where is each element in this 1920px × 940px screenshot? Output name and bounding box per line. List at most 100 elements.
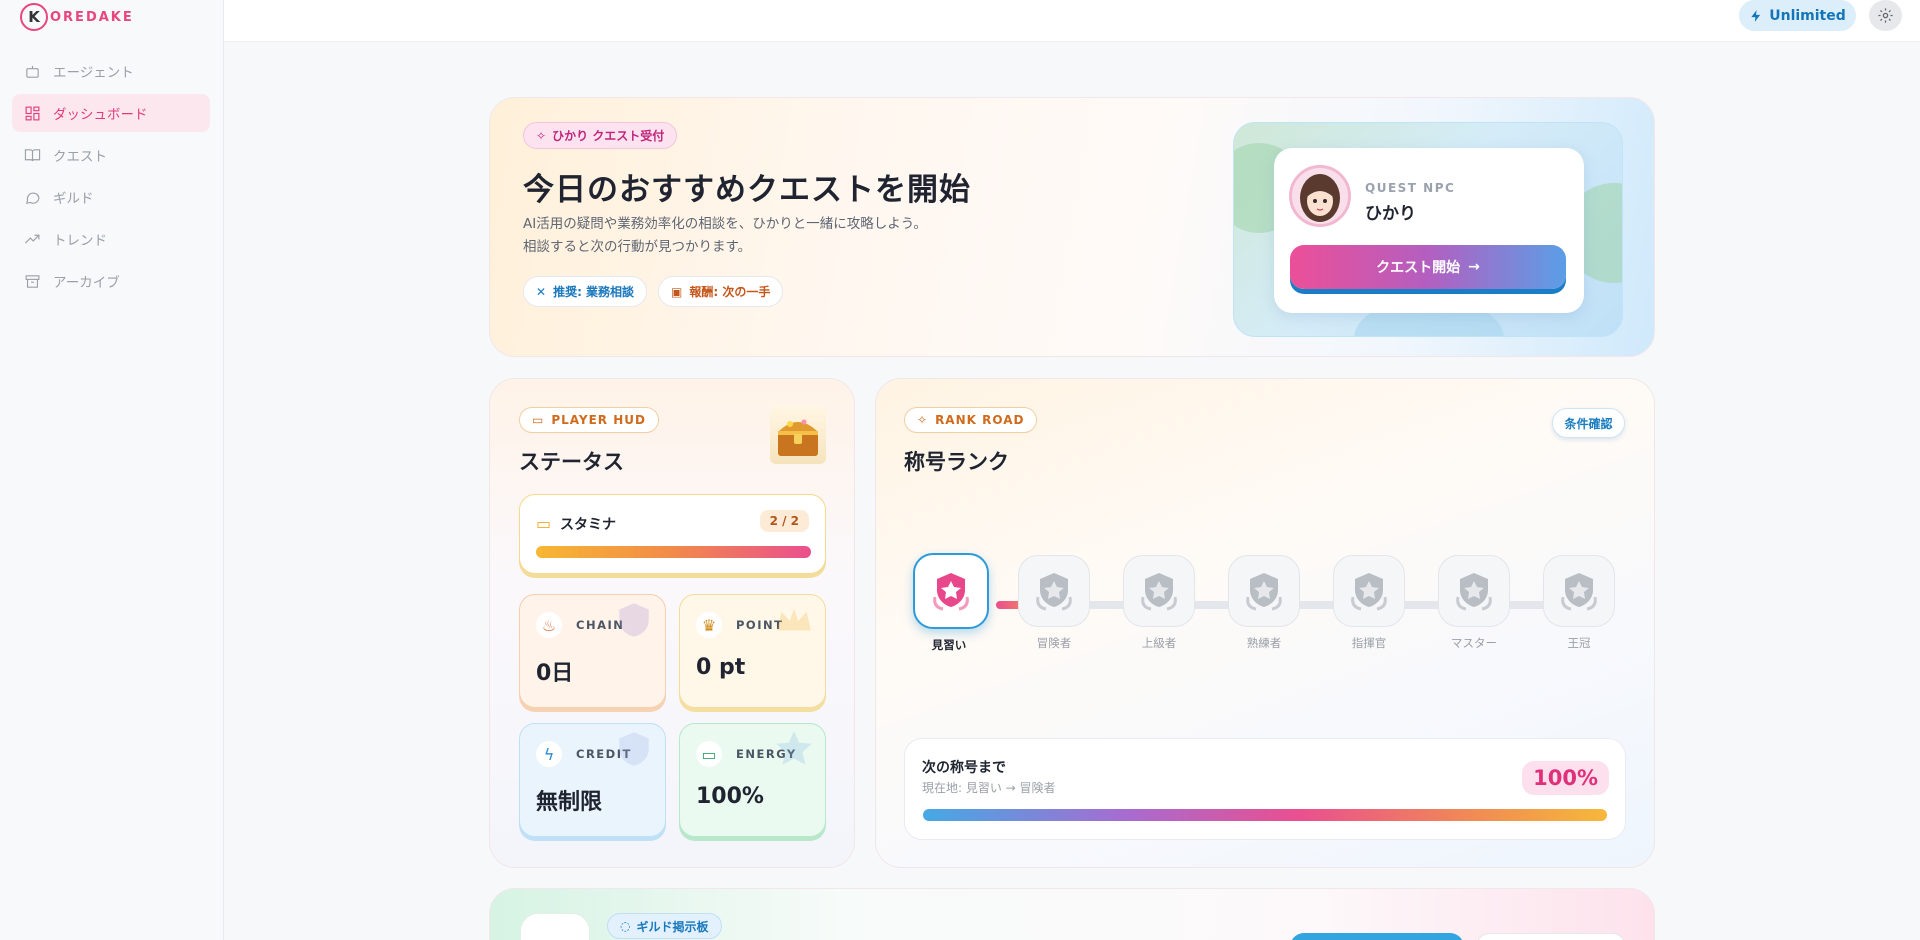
recommend-chip-label: 推奨: 業務相談 <box>553 285 635 299</box>
sidebar-item-label: エージェント <box>53 65 134 81</box>
stamina-bar-fill <box>536 546 811 558</box>
npc-card: QUEST NPC ひかり クエスト開始 → <box>1274 148 1584 313</box>
logo-ring: K <box>20 3 48 31</box>
sidebar-item-archive[interactable]: アーカイブ <box>12 262 210 300</box>
hero-title: 今日のおすすめクエストを開始 <box>523 172 971 208</box>
hero-badge: ✧ ひかり クエスト受付 <box>523 122 678 149</box>
rank-name: 冒険者 <box>1036 636 1072 650</box>
rank-node[interactable]: 王冠 <box>1543 555 1615 651</box>
rank-road-badge: ✧ RANK ROAD <box>904 407 1038 433</box>
rank-node[interactable]: 冒険者 <box>1018 555 1090 651</box>
sidebar-item-label: ギルド <box>53 191 94 207</box>
recommend-chip: ✕ 推奨: 業務相談 <box>523 276 648 307</box>
sidebar-item-trend[interactable]: トレンド <box>12 220 210 258</box>
hero-badge-label: ひかり クエスト受付 <box>552 129 665 143</box>
sidebar-item-quest[interactable]: クエスト <box>12 136 210 174</box>
dashboard-icon <box>25 106 40 120</box>
sidebar-item-dashboard[interactable]: ダッシュボード <box>12 94 210 132</box>
hero-description: AI活用の疑問や業務効率化の相談を、ひかりと一緒に攻略しよう。 相談すると次の行… <box>523 213 993 259</box>
status-card: ▭ PLAYER HUD ステータス ▭ スタミナ 2 / 2 ♨ CHAIN … <box>489 378 855 868</box>
npc-avatar <box>1289 165 1351 227</box>
player-hud-badge: ▭ PLAYER HUD <box>519 407 659 433</box>
rank-emblem-icon <box>1228 555 1300 627</box>
stamina-label: スタミナ <box>560 517 616 533</box>
flame-icon: ♨ <box>536 612 562 638</box>
rank-node[interactable]: 熟練者 <box>1228 555 1300 651</box>
archive-icon <box>25 274 40 288</box>
plan-badge[interactable]: Unlimited <box>1739 0 1856 31</box>
next-rank-title: 次の称号まで <box>922 760 1006 776</box>
status-title: ステータス <box>519 450 624 474</box>
brand-logo[interactable]: K OREDAKE <box>20 3 134 31</box>
battery-icon: ▭ <box>536 514 552 533</box>
rank-name: 上級者 <box>1141 636 1177 650</box>
sidebar-item-label: アーカイブ <box>53 275 120 291</box>
rank-emblem-icon <box>913 553 989 629</box>
chain-value: 0日 <box>536 661 574 686</box>
sidebar-item-label: トレンド <box>53 233 107 249</box>
rank-node[interactable]: 上級者 <box>1123 555 1195 651</box>
bolt-icon <box>1751 9 1761 22</box>
rank-title: 称号ランク <box>904 450 1009 474</box>
chain-tile: ♨ CHAIN 0日 <box>519 594 666 708</box>
guild-primary-button[interactable] <box>1290 933 1464 940</box>
settings-button[interactable] <box>1869 0 1902 31</box>
star-watermark-icon <box>776 731 812 765</box>
rank-emblem-icon <box>1018 555 1090 627</box>
stamina-value: 2 / 2 <box>759 510 809 532</box>
book-icon <box>24 148 41 161</box>
trophy-icon: ♛ <box>696 612 722 638</box>
chat-icon <box>26 192 40 204</box>
next-rank-panel: 次の称号まで 現在地: 見習い → 冒険者 100% <box>904 738 1626 840</box>
sidebar-item-guild[interactable]: ギルド <box>12 178 210 216</box>
treasure-chest-image <box>770 406 826 464</box>
sparkle-icon: ✧ <box>536 128 547 143</box>
hero-description-line: 相談すると次の行動が見つかります。 <box>523 239 752 255</box>
gear-icon <box>1878 8 1893 23</box>
sidebar: K OREDAKE エージェント ダッシュボード クエスト ギルド トレンド ア… <box>0 0 224 940</box>
sidebar-item-label: ダッシュボード <box>53 107 148 123</box>
rank-name: 指揮官 <box>1351 636 1387 650</box>
quest-start-label: クエスト開始 <box>1376 260 1461 276</box>
point-tile: ♛ POINT 0 pt <box>679 594 826 708</box>
rank-emblem-icon <box>1543 555 1615 627</box>
npc-name: ひかり <box>1365 204 1416 224</box>
rank-node[interactable]: 指揮官 <box>1333 555 1405 651</box>
rank-node[interactable]: マスター <box>1438 555 1510 651</box>
guild-board-label: ギルド掲示板 <box>636 919 709 934</box>
shield-watermark-icon <box>619 732 649 766</box>
bot-icon <box>26 65 39 78</box>
reward-chip: ▣ 報酬: 次の一手 <box>658 276 784 307</box>
top-bar <box>224 0 1920 42</box>
quest-start-button[interactable]: クエスト開始 → <box>1290 245 1566 289</box>
rank-name: 熟練者 <box>1246 636 1282 650</box>
stamina-bar <box>536 546 811 558</box>
sparkle-icon: ✧ <box>917 413 929 427</box>
logo-text: OREDAKE <box>50 9 134 25</box>
rank-name: 見習い <box>931 638 967 652</box>
trend-icon <box>25 234 40 243</box>
battery-icon: ▭ <box>532 413 545 427</box>
rank-road-label: RANK ROAD <box>935 413 1025 427</box>
crown-watermark-icon <box>777 608 811 631</box>
guild-secondary-button[interactable] <box>1476 933 1626 940</box>
emblem-watermark-icon <box>619 603 649 637</box>
energy-value: 100% <box>696 784 764 809</box>
plan-label: Unlimited <box>1769 7 1846 24</box>
rank-emblem-icon <box>1333 555 1405 627</box>
hero-description-line: AI活用の疑問や業務効率化の相談を、ひかりと一緒に攻略しよう。 <box>523 216 927 232</box>
next-rank-progress-bar <box>923 809 1607 821</box>
condition-check-button[interactable]: 条件確認 <box>1552 408 1625 438</box>
npc-scene: QUEST NPC ひかり クエスト開始 → <box>1233 122 1623 337</box>
rank-name: マスター <box>1451 636 1497 650</box>
next-rank-subtitle: 現在地: 見習い → 冒険者 <box>922 781 1056 795</box>
rank-card: ✧ RANK ROAD 称号ランク 条件確認 見習い 冒険者 上級者 熟練者 指揮官 マス… <box>875 378 1655 868</box>
rank-node[interactable]: 見習い <box>913 553 989 653</box>
arrow-right-icon: → <box>1468 259 1480 275</box>
guild-board-badge: ◌ ギルド掲示板 <box>607 913 722 939</box>
rank-name: 王冠 <box>1567 636 1591 650</box>
guild-card: ◌ ギルド掲示板 <box>489 888 1655 940</box>
battery-icon: ▭ <box>696 741 722 767</box>
sidebar-item-agent[interactable]: エージェント <box>12 52 210 90</box>
swords-icon: ✕ <box>536 284 547 299</box>
